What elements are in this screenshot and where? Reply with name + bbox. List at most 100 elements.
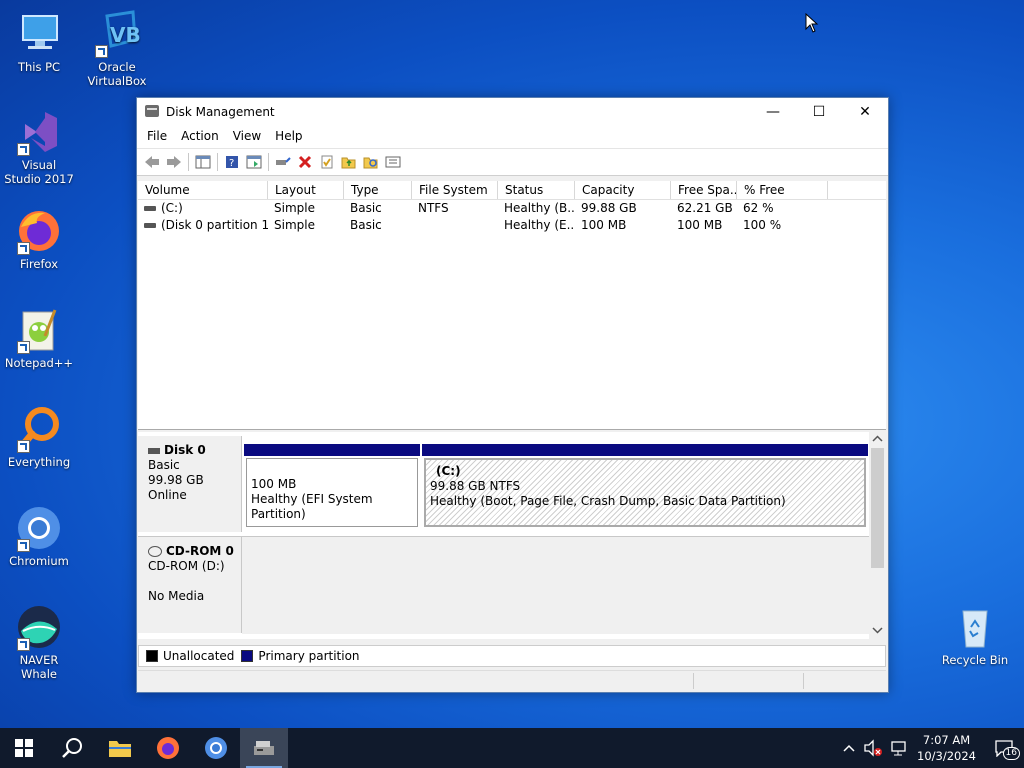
- status-bar: [138, 670, 886, 691]
- column-header-free-space[interactable]: Free Spa...: [671, 181, 737, 199]
- percent-free-cell: 62 %: [743, 201, 774, 215]
- column-header-type[interactable]: Type: [344, 181, 412, 199]
- shortcut-arrow-icon: [95, 45, 108, 58]
- partition-title: (C:): [436, 464, 461, 478]
- shortcut-arrow-icon: [17, 143, 30, 156]
- column-header-capacity[interactable]: Capacity: [575, 181, 671, 199]
- disk-type: CD-ROM (D:): [148, 559, 225, 573]
- svg-text:VB: VB: [110, 23, 141, 47]
- chromium-icon: [205, 737, 227, 759]
- column-header-percent-free[interactable]: % Free: [737, 181, 828, 199]
- everything-search-icon: [15, 405, 63, 453]
- column-header-layout[interactable]: Layout: [268, 181, 344, 199]
- volume-row[interactable]: (Disk 0 partition 1) Simple Basic Health…: [138, 217, 886, 234]
- back-arrow-icon[interactable]: [141, 152, 163, 172]
- menu-file[interactable]: File: [140, 126, 174, 148]
- desktop-icon-label: Firefox: [19, 257, 59, 271]
- desktop-icon-chromium[interactable]: Chromium: [1, 504, 77, 568]
- notification-center-button[interactable]: 16: [990, 728, 1020, 768]
- firefox-icon: [157, 737, 179, 759]
- maximize-button[interactable]: ☐: [796, 98, 842, 126]
- network-icon[interactable]: [889, 739, 909, 757]
- partition-size: 99.88 GB NTFS: [430, 479, 521, 493]
- toolbar: ?: [137, 148, 888, 176]
- column-header-file-system[interactable]: File System: [412, 181, 498, 199]
- toolbar-separator: [217, 153, 218, 171]
- scroll-down-icon[interactable]: [869, 623, 886, 637]
- help-icon[interactable]: ?: [221, 152, 243, 172]
- desktop-icon-notepadpp[interactable]: Notepad++: [1, 306, 77, 370]
- forward-arrow-icon[interactable]: [163, 152, 185, 172]
- properties-pane-icon[interactable]: [243, 152, 265, 172]
- chevron-up-icon[interactable]: [841, 740, 857, 756]
- disk-state: Online: [148, 488, 187, 502]
- notification-count-badge: 16: [1002, 747, 1020, 760]
- free-space-cell: 62.21 GB: [677, 201, 733, 215]
- search-button[interactable]: [48, 728, 96, 768]
- desktop-icon-label: Chromium: [9, 554, 69, 568]
- type-cell: Basic: [350, 201, 382, 215]
- volume-row[interactable]: (C:) Simple Basic NTFS Healthy (B... 99.…: [138, 200, 886, 217]
- volume-cell: (Disk 0 partition 1): [161, 218, 268, 232]
- taskbar-disk-management[interactable]: [240, 728, 288, 768]
- partition-c-drive[interactable]: (C:) 99.88 GB NTFS Healthy (Boot, Page F…: [422, 444, 868, 529]
- desktop-icon-everything[interactable]: Everything: [1, 405, 77, 469]
- desktop-icon-this-pc[interactable]: This PC: [1, 10, 77, 74]
- taskbar-chromium[interactable]: [192, 728, 240, 768]
- disk-size: 99.98 GB: [148, 473, 204, 487]
- desktop-icon-naver-whale[interactable]: NAVER Whale: [1, 603, 77, 681]
- desktop-icon-virtualbox[interactable]: VB Oracle VirtualBox: [79, 10, 155, 88]
- volume-muted-icon[interactable]: [863, 739, 883, 757]
- mouse-cursor-icon: [805, 13, 819, 33]
- column-header-status[interactable]: Status: [498, 181, 575, 199]
- clock-time: 7:07 AM: [922, 733, 971, 747]
- menu-help[interactable]: Help: [268, 126, 309, 148]
- legend-unallocated: Unallocated: [163, 649, 235, 663]
- clock[interactable]: 7:07 AM 10/3/2024: [917, 732, 976, 764]
- scrollbar-thumb[interactable]: [871, 448, 884, 568]
- volume-list: Volume Layout Type File System Status Ca…: [138, 181, 886, 430]
- shortcut-arrow-icon: [17, 440, 30, 453]
- window-title: Disk Management: [166, 105, 275, 119]
- scroll-up-icon[interactable]: [869, 432, 886, 446]
- menu-view[interactable]: View: [226, 126, 268, 148]
- open-folder-icon[interactable]: [338, 152, 360, 172]
- partition-efi[interactable]: 100 MB Healthy (EFI System Partition): [244, 444, 420, 529]
- shortcut-arrow-icon: [17, 341, 30, 354]
- check-properties-icon[interactable]: [316, 152, 338, 172]
- status-divider: [803, 673, 804, 689]
- desktop-icon-firefox[interactable]: Firefox: [1, 207, 77, 271]
- desktop-icon-visual-studio[interactable]: Visual Studio 2017: [1, 108, 77, 186]
- close-button[interactable]: ✕: [842, 98, 888, 126]
- desktop-icon-label: Recycle Bin: [941, 653, 1009, 667]
- start-button[interactable]: [0, 728, 48, 768]
- legend-bar: Unallocated Primary partition: [138, 645, 886, 667]
- shortcut-arrow-icon: [17, 242, 30, 255]
- explore-search-icon[interactable]: [360, 152, 382, 172]
- status-cell: Healthy (E...: [504, 218, 575, 232]
- title-bar[interactable]: Disk Management — ☐ ✕: [137, 98, 888, 126]
- column-header-volume[interactable]: Volume: [138, 181, 268, 199]
- partition-status: Healthy (Boot, Page File, Crash Dump, Ba…: [430, 494, 786, 508]
- menu-action[interactable]: Action: [174, 126, 226, 148]
- vertical-scrollbar[interactable]: [869, 432, 886, 639]
- console-tree-icon[interactable]: [192, 152, 214, 172]
- taskbar-file-explorer[interactable]: [96, 728, 144, 768]
- percent-free-cell: 100 %: [743, 218, 782, 232]
- disk-icon: [148, 448, 160, 454]
- layout-cell: Simple: [274, 201, 315, 215]
- this-pc-icon: [15, 10, 63, 58]
- file-system-cell: [412, 217, 498, 234]
- cdrom-empty-area: [242, 536, 869, 634]
- cdrom-0-label[interactable]: CD-ROM 0 CD-ROM (D:) No Media: [138, 536, 242, 633]
- minimize-button[interactable]: —: [750, 98, 796, 126]
- taskbar-firefox[interactable]: [144, 728, 192, 768]
- disk-0-label[interactable]: Disk 0 Basic 99.98 GB Online: [138, 436, 242, 532]
- legend-primary-partition: Primary partition: [258, 649, 360, 663]
- desktop-icon-recycle-bin[interactable]: Recycle Bin: [937, 603, 1013, 667]
- primary-partition-swatch: [241, 650, 254, 662]
- settings-list-icon[interactable]: [382, 152, 404, 172]
- capacity-cell: 99.88 GB: [581, 201, 637, 215]
- connect-disk-icon[interactable]: [272, 152, 294, 172]
- delete-icon[interactable]: [294, 152, 316, 172]
